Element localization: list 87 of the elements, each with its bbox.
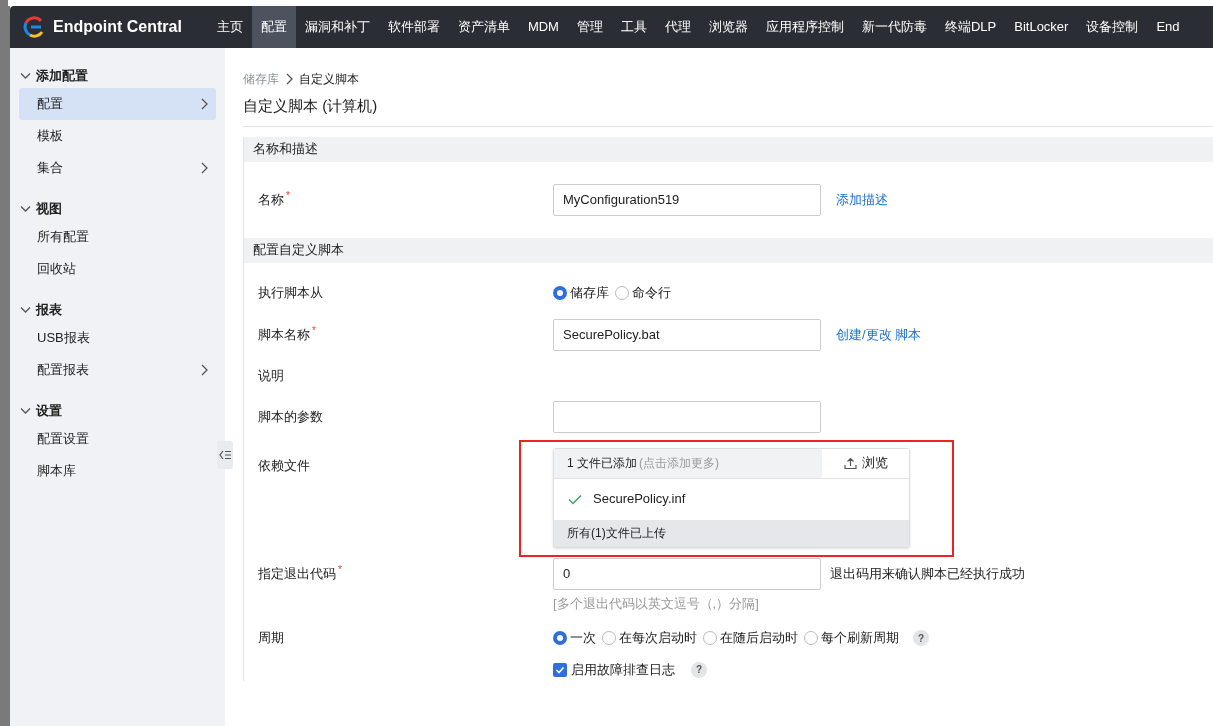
link[interactable]: 创建/更改 脚本 [836, 324, 922, 345]
radio-button[interactable] [615, 285, 629, 300]
radio-label: 储存库 [570, 283, 609, 302]
breadcrumb-current: 自定义脚本 [299, 71, 359, 88]
field-label: 执行脚本从 [258, 283, 323, 302]
nav-tab[interactable]: 配置 [251, 6, 296, 48]
chevron-down-icon[interactable] [20, 72, 31, 80]
field-label: 指定退出代码 [258, 564, 336, 583]
sidebar-group-title[interactable]: 视图 [36, 199, 62, 219]
field-hint: [多个退出代码以英文逗号（,）分隔] [553, 594, 760, 613]
checkbox-label: 启用故障排查日志 [571, 661, 675, 679]
upload-status: 所有(1)文件已上传 [554, 519, 909, 547]
nav-tab[interactable]: MDM [518, 6, 568, 48]
nav-tab[interactable]: 设备控制 [1077, 6, 1148, 48]
section-header: 名称和描述 [244, 136, 1213, 162]
nav-tab[interactable]: 管理 [567, 6, 612, 48]
radio-button[interactable] [804, 631, 818, 645]
required-mark: * [312, 324, 316, 338]
sidebar-item[interactable]: 所有配置 [19, 221, 216, 253]
chevron-right-icon [200, 364, 208, 376]
sidebar-group-title[interactable]: 设置 [36, 401, 62, 421]
sidebar-item[interactable]: 集合 [19, 152, 216, 184]
field-note: 退出码用来确认脚本已经执行成功 [830, 564, 1025, 583]
chevron-right-icon [200, 98, 208, 110]
sidebar-item[interactable]: 脚本库 [19, 455, 216, 487]
chevron-down-icon[interactable] [20, 407, 31, 415]
field-label: 周期 [258, 629, 284, 648]
radio-button[interactable] [602, 631, 616, 645]
sidebar-group-title[interactable]: 报表 [36, 300, 62, 320]
nav-tab[interactable]: 新一代防毒 [852, 6, 936, 48]
radio-label: 在随后启动时 [720, 629, 798, 648]
field-label: 依赖文件 [258, 456, 310, 475]
help-icon[interactable]: ? [913, 630, 929, 646]
radio-button[interactable] [553, 631, 567, 645]
radio-label: 一次 [570, 629, 596, 648]
collapse-sidebar-handle[interactable] [217, 441, 233, 469]
field-label: 说明 [258, 366, 284, 385]
text-field[interactable]: 0 [553, 557, 821, 590]
radio-button[interactable] [553, 285, 567, 300]
required-mark: * [286, 189, 290, 203]
breadcrumb-separator-icon [285, 73, 293, 85]
text-field[interactable]: MyConfiguration519 [553, 183, 821, 216]
nav-tab[interactable]: 漏洞和补丁 [295, 6, 379, 48]
nav-tab[interactable]: 代理 [655, 6, 700, 48]
radio-label: 每个刷新周期 [821, 629, 899, 648]
nav-tab[interactable]: 资产清单 [448, 6, 519, 48]
nav-tab[interactable]: 主页 [207, 6, 252, 48]
checkbox[interactable] [553, 662, 567, 677]
help-icon[interactable]: ? [691, 661, 707, 678]
radio-label: 命令行 [632, 283, 671, 302]
chevron-down-icon[interactable] [20, 306, 31, 314]
add-files-area[interactable]: 1 文件已添加 (点击添加更多) [554, 448, 822, 478]
sidebar-item[interactable]: 配置报表 [19, 354, 216, 386]
nav-tab[interactable]: 工具 [611, 6, 656, 48]
file-name: SecurePolicy.inf [593, 490, 686, 509]
collapse-icon [219, 450, 231, 460]
chevron-down-icon[interactable] [20, 205, 31, 213]
nav-tab[interactable]: 终端DLP [935, 6, 1006, 48]
sidebar-item[interactable]: 配置 [19, 88, 216, 120]
link[interactable]: 添加描述 [836, 189, 888, 210]
product-name: Endpoint Central [53, 17, 182, 37]
nav-tab[interactable]: 应用程序控制 [756, 6, 853, 48]
radio-label: 在每次启动时 [619, 629, 697, 648]
field-label: 脚本的参数 [258, 407, 323, 426]
sidebar-item[interactable]: 模板 [19, 120, 216, 152]
text-field[interactable]: SecurePolicy.bat [553, 318, 821, 351]
browse-button[interactable]: 浏览 [822, 448, 909, 478]
upload-icon [843, 456, 857, 470]
chevron-right-icon [200, 162, 208, 174]
section-header: 配置自定义脚本 [244, 237, 1213, 263]
radio-button[interactable] [703, 631, 717, 645]
nav-tab[interactable]: BitLocker [1005, 6, 1078, 48]
field-label: 名称 [258, 190, 284, 209]
checkmark-icon [555, 664, 565, 675]
logo-icon [23, 16, 45, 38]
page-title: 自定义脚本 (计算机) [243, 95, 1213, 127]
field-label: 脚本名称 [258, 325, 310, 344]
text-field[interactable] [553, 400, 821, 433]
sidebar-item[interactable]: 回收站 [19, 253, 216, 285]
sidebar-group-title[interactable]: 添加配置 [36, 66, 88, 86]
sidebar-item[interactable]: USB报表 [19, 322, 216, 354]
nav-tab[interactable]: 软件部署 [378, 6, 449, 48]
sidebar-item[interactable]: 配置设置 [19, 423, 216, 455]
nav-tab[interactable]: 浏览器 [699, 6, 757, 48]
required-mark: * [338, 563, 342, 577]
nav-tab[interactable]: End [1147, 6, 1189, 48]
breadcrumb-link[interactable]: 储存库 [243, 70, 279, 88]
